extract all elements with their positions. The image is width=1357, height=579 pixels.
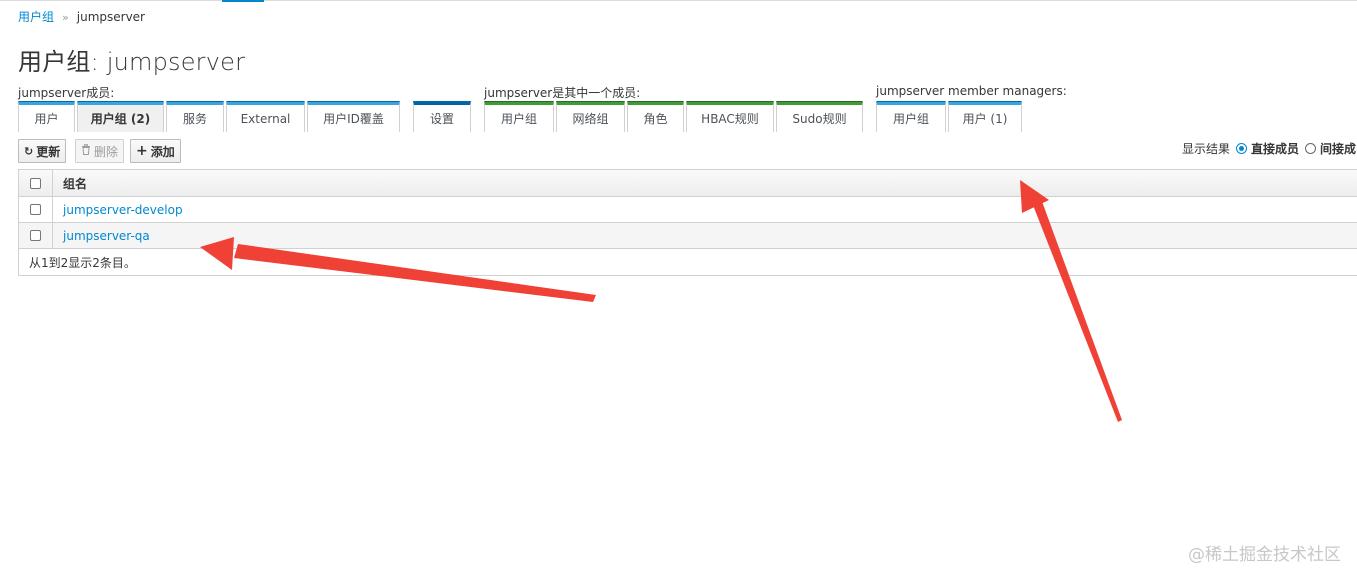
add-button[interactable]: + 添加 — [130, 139, 181, 163]
refresh-label: 更新 — [36, 144, 61, 159]
breadcrumb: 用户组 » jumpserver — [18, 8, 145, 25]
tab-memberof-sudo[interactable]: Sudo规则 — [776, 101, 863, 132]
tab-member-idoverride[interactable]: 用户ID覆盖 — [307, 101, 400, 132]
tab-member-external[interactable]: External — [226, 101, 305, 132]
members-table: 组名 jumpserver-develop jumpserver-qa 从1到2… — [18, 169, 1357, 276]
plus-icon: + — [136, 143, 148, 159]
refresh-icon: ↻ — [24, 144, 34, 158]
row-checkbox[interactable] — [30, 204, 41, 215]
breadcrumb-separator: » — [62, 11, 69, 24]
annotation-arrows — [200, 180, 1122, 422]
table-header: 组名 — [19, 170, 1357, 197]
group-link[interactable]: jumpserver-develop — [63, 203, 183, 217]
trash-icon — [81, 144, 91, 158]
tab-manager-users[interactable]: 用户 (1) — [948, 101, 1022, 132]
page-title: 用户组: jumpserver — [18, 48, 246, 76]
group-link[interactable]: jumpserver-qa — [63, 229, 150, 243]
direct-members-radio[interactable] — [1236, 143, 1248, 154]
table-row: jumpserver-qa — [19, 223, 1357, 249]
refresh-button[interactable]: ↻ 更新 — [18, 139, 67, 163]
managers-section-label: jumpserver member managers: — [876, 84, 1067, 98]
top-accent — [222, 0, 264, 2]
row-checkbox[interactable] — [30, 230, 41, 241]
table-row: jumpserver-develop — [19, 197, 1357, 223]
tab-memberof-roles[interactable]: 角色 — [627, 101, 684, 132]
indirect-members-label[interactable]: 间接成 — [1320, 140, 1356, 157]
watermark: @稀土掘金技术社区 — [1188, 545, 1341, 565]
row-select-cell — [19, 223, 53, 248]
filter-label: 显示结果 — [1182, 142, 1231, 156]
tab-member-users[interactable]: 用户 — [18, 101, 75, 132]
row-select-cell — [19, 197, 53, 222]
top-border — [0, 0, 1357, 1]
membership-filter: 显示结果 直接成员 间接成 — [1182, 140, 1356, 157]
select-all-cell — [19, 170, 53, 196]
tab-member-services[interactable]: 服务 — [166, 101, 224, 132]
indirect-members-radio[interactable] — [1305, 143, 1317, 154]
breadcrumb-current: jumpserver — [76, 10, 145, 24]
add-label: 添加 — [150, 144, 175, 159]
column-header-group-name[interactable]: 组名 — [53, 175, 87, 192]
direct-members-label[interactable]: 直接成员 — [1251, 140, 1299, 157]
breadcrumb-link-groups[interactable]: 用户组 — [18, 10, 54, 24]
tab-member-groups[interactable]: 用户组 (2) — [77, 101, 164, 132]
memberof-section-label: jumpserver是其中一个成员: — [484, 86, 641, 100]
delete-button[interactable]: 删除 — [75, 139, 125, 163]
tab-memberof-netgroups[interactable]: 网络组 — [556, 101, 625, 132]
members-section-label: jumpserver成员: — [18, 86, 115, 100]
table-footer: 从1到2显示2条目。 — [29, 255, 136, 270]
tab-memberof-hbac[interactable]: HBAC规则 — [686, 101, 774, 132]
tab-manager-groups[interactable]: 用户组 — [876, 101, 946, 132]
select-all-checkbox[interactable] — [30, 177, 41, 189]
delete-label: 删除 — [94, 144, 119, 159]
tab-settings[interactable]: 设置 — [413, 101, 471, 132]
tab-memberof-groups[interactable]: 用户组 — [484, 101, 554, 132]
